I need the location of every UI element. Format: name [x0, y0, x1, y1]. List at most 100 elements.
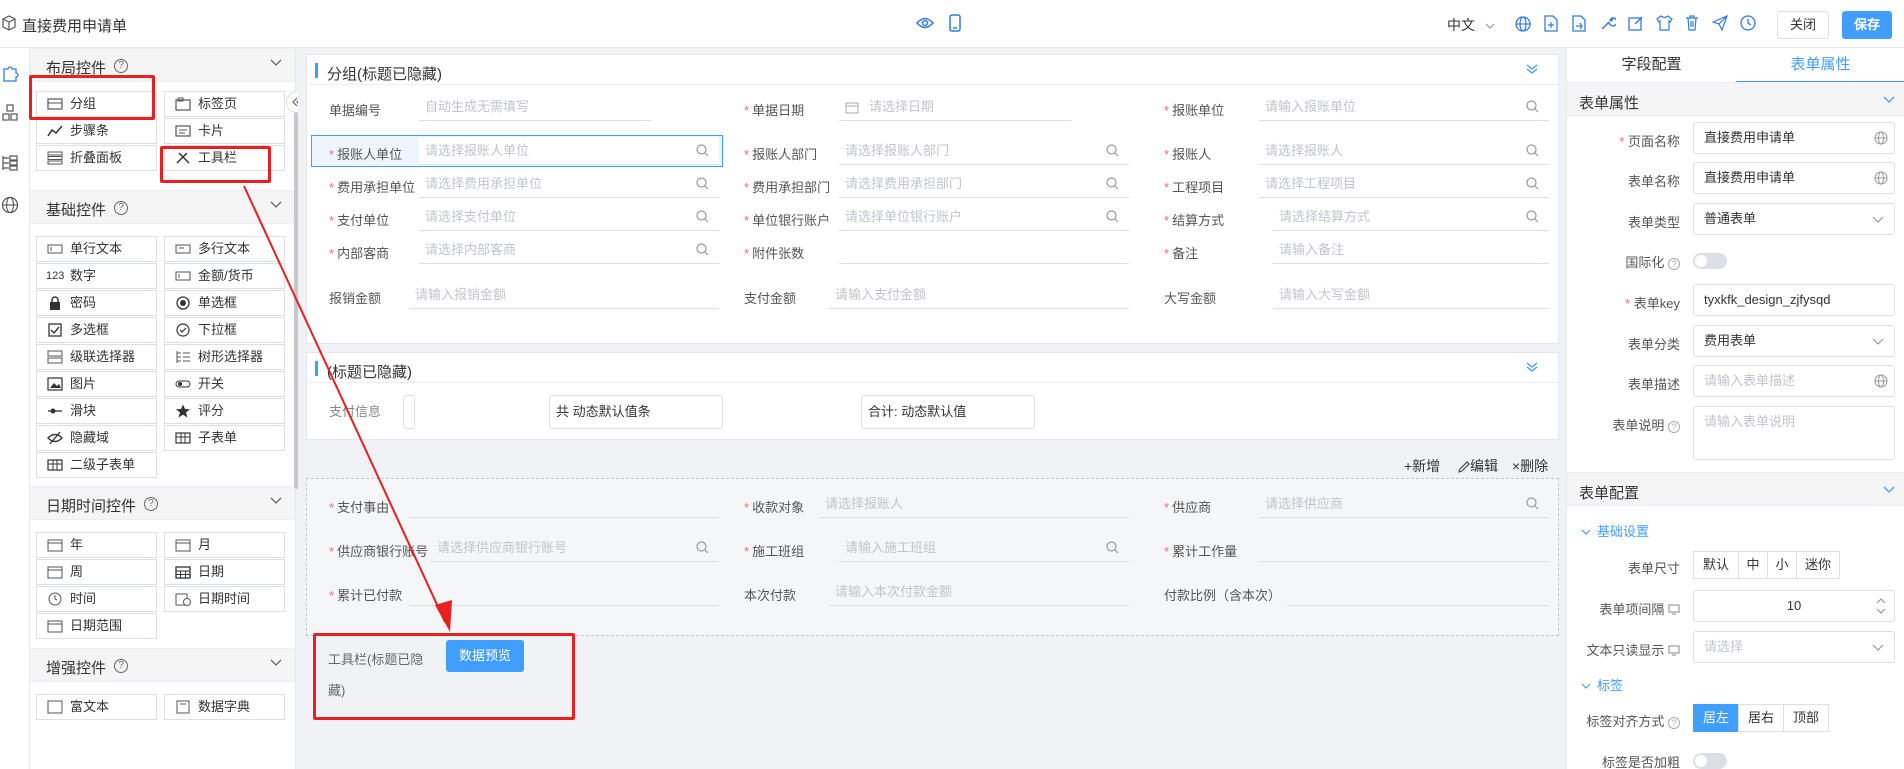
reporter-input[interactable]: 请选择报账人: [1259, 137, 1549, 165]
double-chevron-down-icon[interactable]: [1526, 63, 1538, 75]
shirt-icon[interactable]: [1656, 15, 1673, 31]
component-card[interactable]: 卡片: [164, 118, 285, 144]
page-name-input[interactable]: 直接费用申请单: [1693, 122, 1895, 154]
edit-box-icon[interactable]: [1628, 15, 1644, 31]
globe-icon[interactable]: [1515, 16, 1531, 32]
current-payment-input[interactable]: 请输入本次付款金额: [829, 578, 1129, 606]
save-button[interactable]: 保存: [1842, 11, 1892, 39]
group-widget-main[interactable]: 分组(标题已隐藏) 单据编号 自动生成无需填写 * 单据日期 请选择日期 * 报账单…: [306, 54, 1559, 344]
work-team-input[interactable]: 请输入施工班组: [839, 534, 1129, 562]
tab-form-props[interactable]: 表单属性: [1736, 48, 1904, 82]
calendar-icon: [47, 566, 63, 579]
wrench-icon[interactable]: [1600, 15, 1616, 31]
component-tabs[interactable]: 标签页: [164, 91, 285, 117]
size-small-button[interactable]: 小: [1767, 551, 1797, 579]
form-config-section[interactable]: 表单配置: [1567, 472, 1904, 506]
component-time[interactable]: 时间: [36, 586, 157, 612]
internal-merchant-input[interactable]: 请选择内部客商: [419, 236, 719, 264]
slider-icon: [48, 408, 62, 414]
cost-unit-input[interactable]: 请选择费用承担单位: [419, 170, 719, 198]
doc-date-input[interactable]: 请选择日期: [839, 93, 1071, 121]
add-row-button[interactable]: +新增: [1404, 456, 1440, 476]
supplier-input[interactable]: 请选择供应商: [1259, 490, 1549, 518]
payee-input[interactable]: 请选择报账人: [819, 490, 1129, 518]
i18n-label: 国际化 ?: [1625, 252, 1680, 271]
readonly-select[interactable]: 请选择: [1693, 631, 1895, 663]
size-medium-button[interactable]: 中: [1738, 551, 1768, 579]
preview-eye-icon[interactable]: [916, 16, 934, 30]
reporter-dept-input[interactable]: 请选择报账人部门: [839, 137, 1129, 165]
world-icon[interactable]: [1, 196, 19, 214]
pay-amount-input[interactable]: 请输入支付金额: [829, 281, 1129, 309]
language-select[interactable]: 中文: [1447, 15, 1495, 35]
report-unit-input[interactable]: 请输入报账单位: [1259, 93, 1549, 121]
bank-account-input[interactable]: 请选择单位银行账户: [839, 203, 1129, 231]
form-desc-input[interactable]: 请输入表单描述: [1693, 365, 1895, 397]
delete-row-button[interactable]: ×删除: [1512, 456, 1548, 476]
form-type-select[interactable]: 普通表单: [1693, 203, 1895, 235]
field-label: 单据编号: [329, 103, 382, 118]
form-key-input[interactable]: tyxkfk_design_zjfysqd: [1693, 284, 1895, 316]
component-year[interactable]: 年: [36, 532, 157, 558]
cumulative-work-input[interactable]: [1259, 534, 1549, 562]
component-steps[interactable]: 步骤条: [36, 118, 157, 144]
size-mini-button[interactable]: 迷你: [1796, 551, 1840, 579]
component-password[interactable]: 密码: [36, 290, 157, 316]
component-checkbox[interactable]: 多选框: [36, 317, 157, 343]
align-right-button[interactable]: 居右: [1738, 704, 1784, 732]
payment-ratio-input[interactable]: [1287, 578, 1549, 606]
trash-icon[interactable]: [1685, 15, 1699, 31]
stepper-arrows-icon[interactable]: [1876, 597, 1886, 615]
pay-unit-input[interactable]: 请选择支付单位: [419, 203, 719, 231]
edit-row-button[interactable]: 编辑: [1458, 456, 1498, 476]
attachment-count-input[interactable]: [839, 236, 1129, 264]
component-slider[interactable]: 滑块: [36, 398, 157, 424]
tab-field-config[interactable]: 字段配置: [1567, 48, 1736, 82]
component-sub-subform[interactable]: 二级子表单: [36, 452, 157, 478]
form-category-select[interactable]: 费用表单: [1693, 325, 1895, 357]
close-button[interactable]: 关闭: [1777, 11, 1829, 39]
basic-settings-toggle[interactable]: 基础设置: [1581, 521, 1649, 540]
component-hidden[interactable]: 隐藏域: [36, 425, 157, 451]
component-date-range[interactable]: 日期范围: [36, 613, 157, 639]
component-collapse[interactable]: 折叠面板: [36, 145, 157, 171]
label-bold-toggle[interactable]: [1693, 753, 1727, 769]
calendar-clock-icon: [175, 593, 191, 606]
send-icon[interactable]: [1712, 15, 1728, 31]
supplier-bank-input[interactable]: 请选择供应商银行账号: [431, 534, 719, 562]
form-name-input[interactable]: 直接费用申请单: [1693, 162, 1895, 194]
project-input[interactable]: 请选择工程项目: [1259, 170, 1549, 198]
size-default-button[interactable]: 默认: [1693, 551, 1739, 579]
component-rich-text[interactable]: 富文本: [36, 694, 157, 720]
doc-number-input[interactable]: 自动生成无需填写: [419, 93, 651, 121]
component-text[interactable]: 单行文本: [36, 236, 157, 262]
puzzle-icon[interactable]: [1, 64, 19, 82]
enhanced-controls-header[interactable]: 增强控件 ?: [30, 648, 295, 682]
form-props-section[interactable]: 表单属性: [1567, 82, 1904, 116]
i18n-toggle[interactable]: [1693, 253, 1727, 269]
settlement-input[interactable]: 请选择结算方式: [1273, 203, 1549, 231]
cubes-icon[interactable]: [1, 104, 19, 122]
align-left-button[interactable]: 居左: [1693, 704, 1739, 732]
component-number[interactable]: 123 数字: [36, 263, 157, 289]
mobile-icon[interactable]: [949, 14, 961, 32]
align-top-button[interactable]: 顶部: [1783, 704, 1829, 732]
component-week[interactable]: 周: [36, 559, 157, 585]
amount-in-words-input[interactable]: 请输入大写金额: [1273, 281, 1549, 309]
component-cascader[interactable]: 级联选择器: [36, 344, 157, 370]
export-file-icon[interactable]: [1572, 15, 1586, 32]
component-dictionary[interactable]: 数据字典: [164, 694, 285, 720]
subform-widget[interactable]: * 支付事由 * 收款对象 请选择报账人 * 供应商 请选择供应商 * 供应商银行账号 …: [306, 478, 1559, 636]
item-gap-stepper[interactable]: 10: [1693, 590, 1895, 622]
label-settings-toggle[interactable]: 标签: [1581, 675, 1623, 694]
cost-dept-input[interactable]: 请选择费用承担部门: [839, 170, 1129, 198]
group-widget-payment[interactable]: (标题已隐藏) 支付信息 共 动态默认值条 合计: 动态默认值: [306, 352, 1559, 440]
form-note-textarea[interactable]: 请输入表单说明: [1693, 406, 1895, 460]
remark-input[interactable]: 请输入备注: [1273, 236, 1549, 264]
reporter-unit-input[interactable]: 请选择报账人单位: [419, 137, 719, 165]
clock-icon[interactable]: [1740, 15, 1756, 31]
component-image[interactable]: 图片: [36, 371, 157, 397]
tree-icon[interactable]: [1, 154, 19, 172]
import-file-icon[interactable]: [1544, 15, 1558, 32]
double-chevron-down-icon[interactable]: [1526, 361, 1538, 373]
